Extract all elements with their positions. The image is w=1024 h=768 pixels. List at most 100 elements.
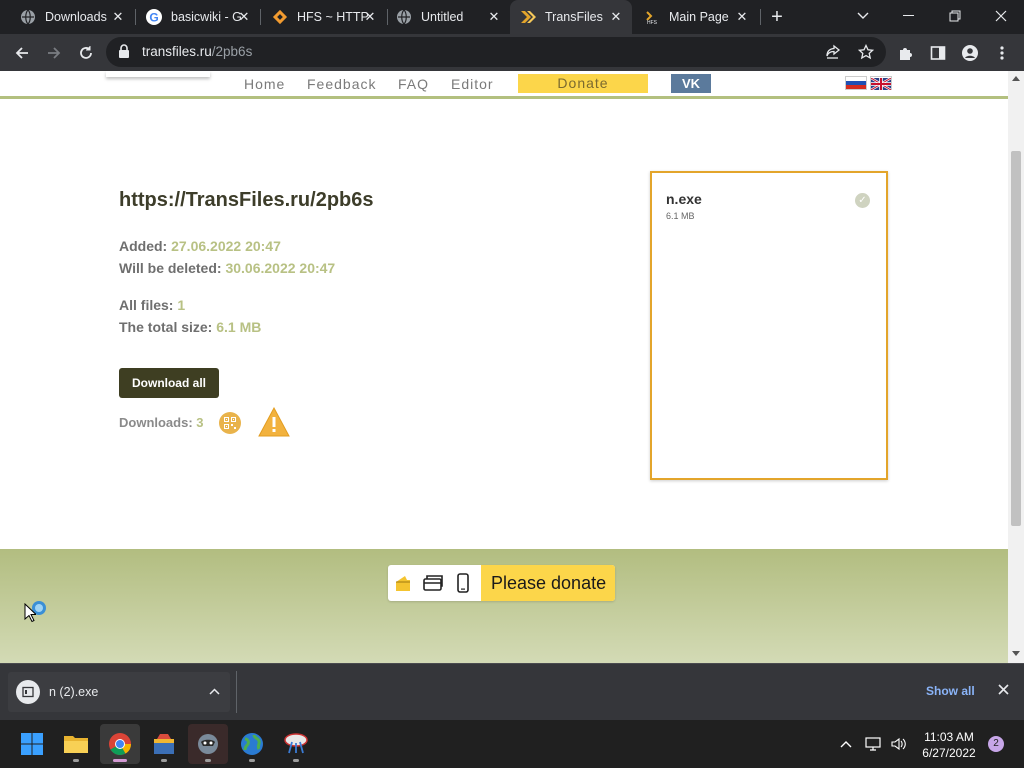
donate-widget[interactable]: Please donate	[388, 565, 616, 601]
close-icon[interactable]: ✕	[110, 9, 126, 25]
archive-app-icon[interactable]	[144, 724, 184, 764]
tab-main-page[interactable]: HFS Main Page ✕	[634, 0, 758, 34]
added-value: 27.06.2022 20:47	[171, 238, 281, 254]
nav-feedback-link[interactable]: Feedback	[307, 76, 376, 92]
running-indicator	[293, 759, 299, 762]
download-all-button[interactable]: Download all	[119, 368, 219, 398]
deleted-value: 30.06.2022 20:47	[225, 260, 336, 276]
mouse-cursor-icon	[24, 602, 38, 628]
side-panel-icon[interactable]	[929, 44, 947, 62]
downloads-count: Downloads: 3	[119, 415, 204, 430]
download-shelf: n (2).exe Show all	[0, 663, 1024, 720]
check-icon: ✓	[855, 193, 870, 208]
nav-faq-link[interactable]: FAQ	[398, 76, 429, 92]
profile-avatar-icon[interactable]	[961, 44, 979, 62]
close-icon[interactable]: ✕	[236, 9, 252, 25]
browser-toolbar: transfiles.ru/2pb6s	[0, 34, 1024, 71]
new-tab-button[interactable]: +	[766, 6, 788, 28]
flag-ru-icon[interactable]	[845, 76, 867, 90]
window-close-button[interactable]	[978, 0, 1024, 32]
extensions-puzzle-icon[interactable]	[897, 44, 915, 62]
globe-icon	[20, 9, 36, 25]
svg-text:HFS: HFS	[647, 20, 658, 25]
running-indicator	[205, 759, 211, 762]
menu-kebab-icon[interactable]	[993, 44, 1011, 62]
site-nav-bar: Home Feedback FAQ Editor Donate VK	[0, 71, 1008, 99]
report-warning-icon[interactable]	[258, 406, 290, 442]
notification-badge[interactable]: 2	[988, 736, 1004, 752]
yoomoney-wallet-icon[interactable]	[388, 565, 418, 601]
tab-basicwiki[interactable]: G basicwiki - G ✕	[136, 0, 260, 34]
added-label: Added:	[119, 238, 168, 254]
close-shelf-icon[interactable]	[998, 682, 1009, 700]
please-donate-label[interactable]: Please donate	[481, 565, 616, 601]
scrollbar-thumb[interactable]	[1011, 151, 1021, 526]
address-bar[interactable]: transfiles.ru/2pb6s	[106, 37, 886, 67]
tab-downloads[interactable]: Downloads ✕	[10, 0, 134, 34]
app-globe-mask-icon[interactable]	[188, 724, 228, 764]
tab-untitled[interactable]: Untitled ✕	[386, 0, 510, 34]
nav-vk-button[interactable]: VK	[671, 74, 711, 93]
globe-icon	[396, 9, 412, 25]
chevron-up-icon[interactable]	[209, 684, 220, 698]
running-indicator	[161, 759, 167, 762]
running-indicator	[249, 759, 255, 762]
close-icon[interactable]: ✕	[362, 9, 378, 25]
globe-app-icon[interactable]	[232, 724, 272, 764]
mobile-phone-icon[interactable]	[448, 565, 478, 601]
files-count-label: All files:	[119, 297, 174, 313]
url-host: transfiles.ru	[142, 44, 212, 59]
tab-title: basicwiki - G	[171, 10, 242, 24]
file-explorer-icon[interactable]	[56, 724, 96, 764]
network-monitor-icon[interactable]	[862, 724, 884, 764]
transfiles-chevron-icon	[520, 9, 536, 25]
deleted-row: Will be deleted: 30.06.2022 20:47	[119, 260, 335, 276]
back-button[interactable]	[9, 40, 35, 66]
close-icon[interactable]: ✕	[734, 9, 750, 25]
tab-search-chevron-icon[interactable]	[840, 0, 886, 32]
svg-text:G: G	[149, 11, 158, 25]
scroll-up-arrow-icon[interactable]	[1012, 76, 1020, 81]
volume-speaker-icon[interactable]	[888, 724, 910, 764]
scroll-down-arrow-icon[interactable]	[1012, 651, 1020, 656]
bookmark-star-icon[interactable]	[857, 43, 875, 61]
total-size-label: The total size:	[119, 319, 213, 335]
network-app-icon[interactable]	[276, 724, 316, 764]
file-size: 6.1 MB	[666, 211, 695, 221]
restore-button[interactable]	[932, 0, 978, 32]
file-name[interactable]: n.exe	[666, 191, 702, 207]
file-icon	[16, 680, 40, 704]
download-filename: n (2).exe	[49, 685, 99, 699]
close-icon[interactable]: ✕	[608, 9, 624, 25]
tab-hfs[interactable]: HFS ~ HTTP ✕	[262, 0, 386, 34]
show-all-link[interactable]: Show all	[926, 684, 975, 698]
shelf-divider	[236, 671, 237, 713]
reload-button[interactable]	[73, 40, 99, 66]
system-clock[interactable]: 11:03 AM 6/27/2022	[914, 729, 984, 761]
lock-icon[interactable]	[118, 44, 130, 63]
nav-editor-link[interactable]: Editor	[451, 76, 494, 92]
forward-button[interactable]	[41, 40, 67, 66]
chrome-icon[interactable]	[100, 724, 140, 764]
clock-date: 6/27/2022	[922, 746, 976, 760]
qr-code-icon[interactable]	[219, 412, 241, 434]
transfer-url-heading[interactable]: https://TransFiles.ru/2pb6s	[119, 189, 374, 212]
close-icon[interactable]: ✕	[486, 9, 502, 25]
page-scrollbar[interactable]	[1008, 71, 1024, 663]
tab-transfiles[interactable]: TransFiles ✕	[510, 0, 632, 34]
tab-title: HFS ~ HTTP	[297, 10, 369, 24]
dropdown-remnant	[106, 71, 210, 77]
flag-uk-icon[interactable]	[870, 76, 892, 92]
downloads-label: Downloads:	[119, 415, 193, 430]
start-windows-icon[interactable]	[12, 724, 52, 764]
files-count-row: All files: 1	[119, 297, 185, 313]
tray-chevron-up-icon[interactable]	[835, 724, 857, 764]
download-item[interactable]: n (2).exe	[8, 672, 230, 712]
nav-donate-button[interactable]: Donate	[518, 74, 648, 93]
share-icon[interactable]	[824, 43, 842, 61]
minimize-button[interactable]	[886, 0, 932, 32]
bank-card-icon[interactable]	[418, 565, 448, 601]
page-viewport: Home Feedback FAQ Editor Donate VK https…	[0, 71, 1008, 663]
running-indicator	[73, 759, 79, 762]
nav-home-link[interactable]: Home	[244, 76, 285, 92]
